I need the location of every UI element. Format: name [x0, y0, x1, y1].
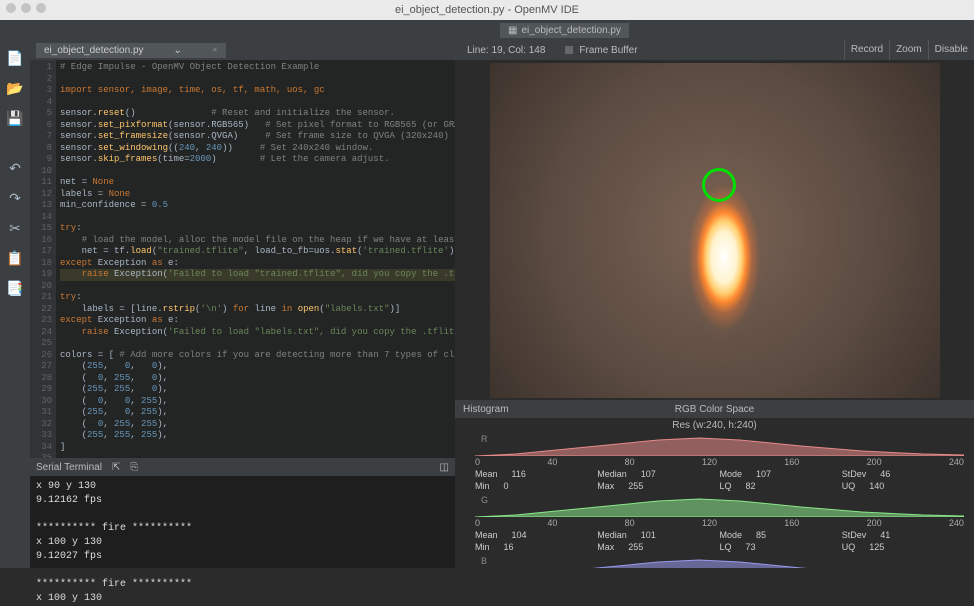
editor-tab[interactable]: ei_object_detection.py ⌄ × — [36, 43, 226, 58]
histogram-header: Histogram RGB Color Space — [455, 400, 974, 418]
histogram-area: R 04080120160200240 Mean116Median107Mode… — [455, 434, 974, 568]
document-tab-label: ei_object_detection.py — [521, 25, 621, 36]
editor-tab-dropdown-icon[interactable]: ⌄ — [174, 45, 182, 56]
line-gutter: 1234567891011121314151617181920212223242… — [30, 60, 56, 458]
right-header: Line: 19, Col: 148 Frame Buffer Record Z… — [455, 40, 974, 60]
colorspace-select[interactable]: RGB Color Space — [675, 404, 754, 415]
new-file-icon[interactable]: 📄 — [5, 48, 25, 68]
frame-buffer-label: Frame Buffer — [557, 45, 645, 56]
code-editor[interactable]: 1234567891011121314151617181920212223242… — [30, 60, 455, 458]
histogram-channel-B: B 04080120160200240 — [475, 556, 964, 568]
editor-tab-close-icon[interactable]: × — [212, 45, 218, 56]
cursor-position: Line: 19, Col: 148 — [455, 40, 557, 60]
redo-icon[interactable]: ↷ — [5, 188, 25, 208]
terminal-title: Serial Terminal — [36, 462, 102, 473]
histogram-title: Histogram — [463, 404, 509, 415]
terminal-tool2-icon[interactable]: ⎘ — [130, 462, 138, 473]
open-file-icon[interactable]: 📂 — [5, 78, 25, 98]
undo-icon[interactable]: ↶ — [5, 158, 25, 178]
paste-icon[interactable]: 📑 — [5, 278, 25, 298]
terminal-header[interactable]: Serial Terminal ⇱ ⎘ ◫ — [30, 458, 455, 476]
histogram-plot-G: G — [475, 495, 964, 517]
histogram-plot-R: R — [475, 434, 964, 456]
record-button[interactable]: Record — [844, 40, 889, 60]
save-icon[interactable]: 💾 — [5, 108, 25, 128]
cut-icon[interactable]: ✂ — [5, 218, 25, 238]
close-window-icon[interactable] — [6, 3, 16, 13]
open-documents-bar: ▦ ei_object_detection.py — [0, 20, 974, 40]
histogram-channel-R: R 04080120160200240 Mean116Median107Mode… — [475, 434, 964, 493]
terminal-tool-icon[interactable]: ⇱ — [112, 462, 120, 473]
editor-tabbar: ei_object_detection.py ⌄ × — [30, 40, 455, 60]
detection-circle-icon — [702, 168, 736, 202]
camera-preview — [490, 63, 940, 398]
document-tab-icon: ▦ — [508, 25, 517, 36]
histogram-channel-G: G 04080120160200240 Mean104Median101Mode… — [475, 495, 964, 554]
resolution-label: Res (w:240, h:240) — [455, 418, 974, 434]
maximize-window-icon[interactable] — [36, 3, 46, 13]
minimize-window-icon[interactable] — [21, 3, 31, 13]
histogram-plot-B: B — [475, 556, 964, 568]
copy-icon[interactable]: 📋 — [5, 248, 25, 268]
editor-tab-filename: ei_object_detection.py — [44, 45, 144, 56]
document-tab[interactable]: ▦ ei_object_detection.py — [500, 23, 629, 38]
histogram-ticks: 04080120160200240 — [475, 456, 964, 469]
left-toolbar: 📄 📂 💾 ↶ ↷ ✂ 📋 📑 — [0, 40, 30, 568]
disable-button[interactable]: Disable — [928, 40, 974, 60]
window-title: ei_object_detection.py - OpenMV IDE — [0, 0, 974, 20]
histogram-ticks: 04080120160200240 — [475, 517, 964, 530]
window-controls — [6, 3, 46, 13]
frame-buffer-view[interactable] — [455, 60, 974, 400]
terminal-split-icon[interactable]: ◫ — [440, 462, 449, 473]
zoom-button[interactable]: Zoom — [889, 40, 928, 60]
code-area[interactable]: # Edge Impulse - OpenMV Object Detection… — [56, 60, 455, 458]
serial-terminal[interactable]: x 90 y 1309.12162 fps ********** fire **… — [30, 476, 455, 568]
